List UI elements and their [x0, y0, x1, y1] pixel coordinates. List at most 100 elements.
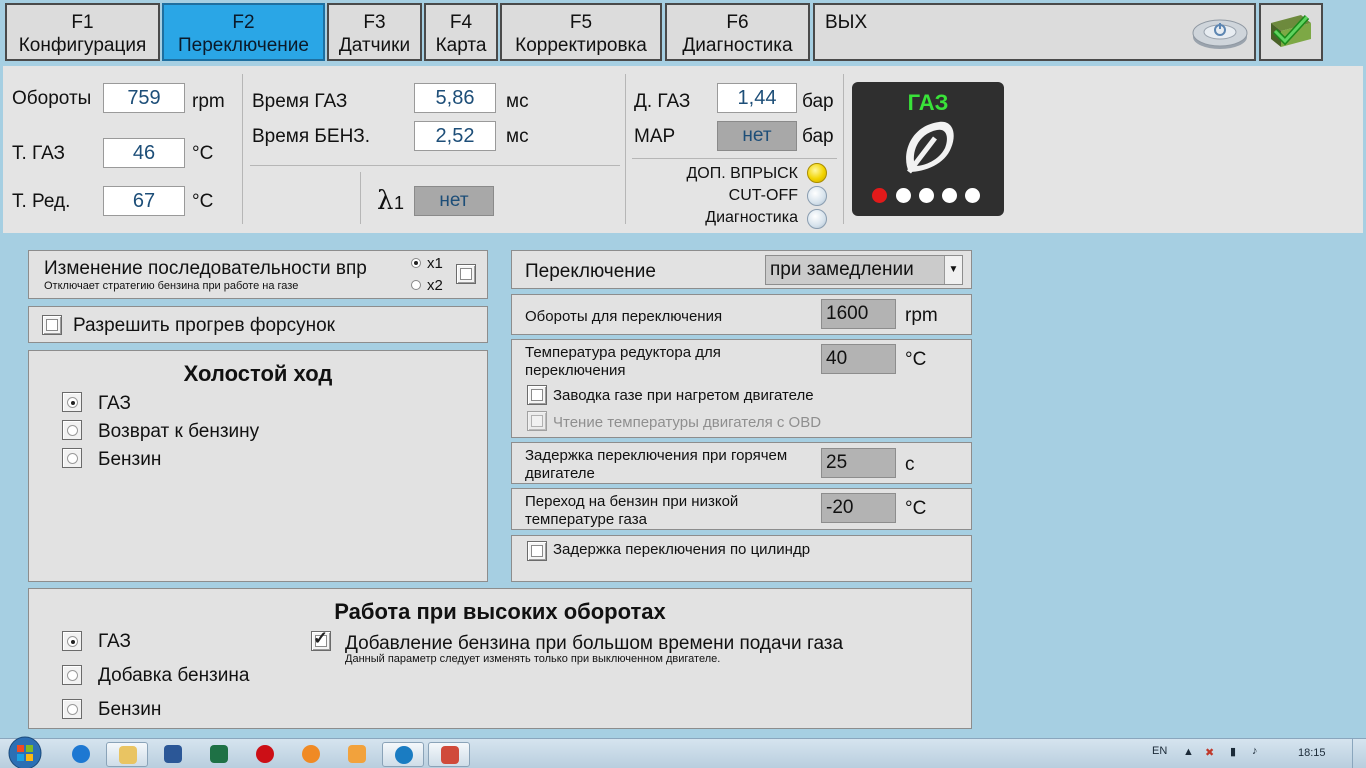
tab-f4-map[interactable]: F4 Карта	[424, 3, 498, 61]
explorer-taskbar-icon[interactable]	[106, 742, 148, 767]
idle-petrol-radio[interactable]	[62, 448, 82, 468]
switch-mode-label: Переключение	[525, 261, 656, 282]
battery-icon[interactable]: ▮	[1230, 745, 1236, 758]
tab-f2-switching[interactable]: F2 Переключение	[162, 3, 325, 61]
gas-pressure-value: 1,44	[717, 83, 797, 113]
gas-time-label: Время ГАЗ	[252, 91, 348, 112]
function-tab-bar: F1 Конфигурация F2 Переключение F3 Датчи…	[0, 0, 1366, 64]
hot-delay-label-line2: двигателе	[525, 465, 595, 482]
gas-temp-label: Т. ГАЗ	[12, 143, 66, 164]
high-rpm-panel: Работа при высоких оборотах ГАЗ Добавка …	[28, 588, 972, 729]
sequence-change-title: Изменение последовательности впр	[44, 258, 367, 279]
add-petrol-long-gas-label: Добавление бензина при большом времени п…	[345, 633, 844, 654]
fuel-status-badge: ГАЗ	[852, 82, 1004, 216]
apply-button[interactable]	[1259, 3, 1323, 61]
tab-key: F6	[726, 12, 749, 33]
exit-label: ВЫХ	[825, 12, 868, 33]
hot-engine-start-checkbox[interactable]	[527, 385, 547, 405]
cut-off-label: CUT-OFF	[728, 187, 798, 204]
show-hidden-icons-icon[interactable]: ▲	[1183, 746, 1194, 758]
sequence-change-panel: Изменение последовательности впр Отключа…	[28, 250, 488, 299]
presentation-taskbar-icon[interactable]	[428, 742, 470, 767]
volume-icon[interactable]: ♪	[1252, 745, 1258, 757]
add-petrol-long-gas-checkbox[interactable]: ✓	[311, 628, 331, 651]
camera-taskbar-icon[interactable]	[336, 742, 378, 767]
language-indicator[interactable]: EN	[1152, 745, 1167, 757]
power-disc-icon[interactable]	[1191, 15, 1249, 51]
reducer-temp-switch-label-line2: переключения	[525, 362, 626, 379]
gas-pressure-unit: бар	[802, 91, 834, 112]
sequence-x2-radio[interactable]	[411, 280, 421, 290]
low-temp-input[interactable]: -20	[821, 493, 896, 523]
start-button[interactable]	[6, 735, 44, 768]
switch-rpm-panel: Обороты для переключения 1600 rpm	[511, 294, 972, 335]
show-desktop-button[interactable]	[1352, 739, 1366, 768]
chevron-down-icon: ▼	[944, 256, 962, 284]
stage-dot-icon	[942, 188, 957, 203]
high-rpm-gas-radio[interactable]	[62, 631, 82, 651]
sequence-change-checkbox[interactable]	[456, 264, 476, 284]
switch-rpm-input[interactable]: 1600	[821, 299, 896, 329]
tab-key: F4	[449, 12, 473, 33]
tab-key: F5	[569, 12, 593, 33]
tab-f5-correction[interactable]: F5 Корректировка	[500, 3, 662, 61]
reducer-temp-switch-input[interactable]: 40	[821, 344, 896, 374]
obd-temp-checkbox[interactable]	[527, 411, 547, 431]
switch-mode-panel: Переключение при замедлении ▼	[511, 250, 972, 289]
divider	[250, 165, 620, 166]
injector-warmup-checkbox[interactable]	[42, 315, 62, 335]
diagnostics-label: Диагностика	[705, 209, 798, 226]
extra-injection-led	[807, 163, 827, 183]
tab-label: Диагностика	[682, 35, 793, 56]
obd-temp-label: Чтение температуры двигателя с OBD	[553, 414, 822, 431]
divider	[242, 74, 243, 224]
idle-petrol-label: Бензин	[98, 449, 162, 470]
diagnostics-led	[807, 209, 827, 229]
idle-panel: Холостой ход ГАЗ Возврат к бензину Бензи…	[28, 350, 488, 582]
gas-app-taskbar-icon[interactable]	[382, 742, 424, 767]
excel-taskbar-icon[interactable]	[198, 742, 240, 767]
tab-f1-configuration[interactable]: F1 Конфигурация	[5, 3, 160, 61]
high-rpm-add-petrol-radio[interactable]	[62, 665, 82, 685]
rpm-value: 759	[103, 83, 185, 113]
checkmark-icon	[1267, 9, 1315, 53]
tab-key: F2	[232, 12, 255, 33]
switch-rpm-label: Обороты для переключения	[525, 308, 723, 325]
clock[interactable]: 18:15	[1298, 747, 1326, 759]
opera-taskbar-icon[interactable]	[244, 742, 286, 767]
idle-gas-label: ГАЗ	[98, 393, 131, 414]
idle-return-petrol-radio[interactable]	[62, 420, 82, 440]
high-rpm-add-petrol-label: Добавка бензина	[98, 665, 250, 686]
tab-exit[interactable]: ВЫХ	[813, 3, 1256, 61]
sequence-x1-label: x1	[427, 255, 443, 272]
gas-pressure-label: Д. ГАЗ	[634, 91, 691, 112]
windows-taskbar: EN ▲ ✖ ▮ ♪ 18:15	[0, 735, 1366, 768]
network-icon[interactable]: ✖	[1205, 746, 1214, 759]
idle-gas-radio[interactable]	[62, 392, 82, 412]
lambda-symbol: λ	[377, 186, 394, 216]
map-value: нет	[717, 121, 797, 151]
cylinder-delay-checkbox[interactable]	[527, 541, 547, 561]
gas-temp-unit: °C	[192, 143, 214, 164]
gas-drop-logo-icon	[895, 116, 961, 182]
injector-warmup-panel: Разрешить прогрев форсунок	[28, 306, 488, 343]
tab-f3-sensors[interactable]: F3 Датчики	[327, 3, 422, 61]
tab-key: F1	[71, 12, 94, 33]
switch-mode-select[interactable]: при замедлении ▼	[765, 255, 963, 285]
high-rpm-petrol-radio[interactable]	[62, 699, 82, 719]
switch-rpm-unit: rpm	[905, 305, 938, 326]
high-rpm-title: Работа при высоких оборотах	[334, 599, 666, 624]
ie-taskbar-icon[interactable]	[60, 742, 102, 767]
app-taskbar-icon[interactable]	[290, 742, 332, 767]
hot-delay-label-line1: Задержка переключения при горячем	[525, 447, 788, 464]
reducer-temp-panel: Температура редуктора для переключения 4…	[511, 339, 972, 438]
hot-delay-input[interactable]: 25	[821, 448, 896, 478]
tab-label: Карта	[435, 35, 487, 56]
word-taskbar-icon[interactable]	[152, 742, 194, 767]
reducer-temp-value: 67	[103, 186, 185, 216]
tab-f6-diagnostics[interactable]: F6 Диагностика	[665, 3, 810, 61]
reducer-temp-switch-unit: °C	[905, 349, 927, 370]
low-temp-unit: °C	[905, 498, 927, 519]
sequence-x1-radio[interactable]	[411, 258, 421, 268]
injector-warmup-label: Разрешить прогрев форсунок	[73, 315, 335, 336]
